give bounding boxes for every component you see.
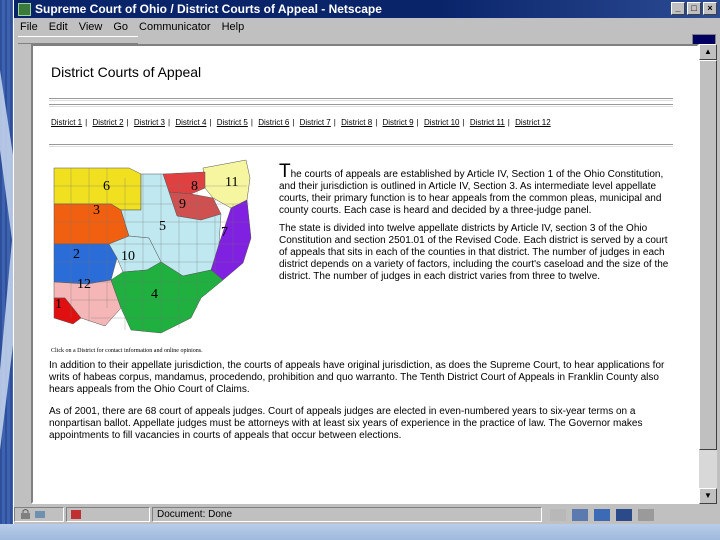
district-link-7[interactable]: District 7: [300, 118, 331, 127]
discussions-icon[interactable]: [616, 508, 632, 521]
district-link-6[interactable]: District 6: [258, 118, 289, 127]
scroll-thumb[interactable]: [699, 60, 717, 450]
navigator-icon[interactable]: [572, 508, 588, 521]
district-link-10[interactable]: District 10: [424, 118, 460, 127]
close-button[interactable]: ×: [703, 2, 717, 15]
collapsed-toolbars[interactable]: [18, 36, 138, 44]
composer-icon[interactable]: [638, 508, 654, 521]
security-lock-icon[interactable]: [14, 507, 64, 522]
progress-bar: [66, 507, 150, 522]
window-title: Supreme Court of Ohio / District Courts …: [35, 2, 382, 16]
menu-view[interactable]: View: [79, 21, 103, 33]
map-label-8: 8: [191, 179, 198, 194]
paragraph-2: The state is divided into twelve appella…: [279, 223, 669, 282]
map-label-3: 3: [93, 203, 100, 218]
mail-icon[interactable]: [594, 508, 610, 521]
paragraph-1-text: he courts of appeals are established by …: [279, 169, 664, 216]
body-text: In addition to their appellate jurisdict…: [49, 360, 677, 452]
district-8-region[interactable]: [162, 171, 206, 195]
component-bar: [544, 508, 654, 521]
status-bar: Document: Done: [14, 505, 720, 524]
title-bar[interactable]: Supreme Court of Ohio / District Courts …: [14, 0, 720, 18]
menu-bar: File Edit View Go Communicator Help: [14, 18, 720, 35]
district-links: District 1 | District 2 | District 3 | Dist…: [51, 118, 551, 127]
slide-bottom-band: [0, 524, 720, 540]
scroll-down-arrow-icon[interactable]: ▼: [699, 488, 717, 504]
minimize-button[interactable]: _: [671, 2, 685, 15]
map-label-6: 6: [103, 179, 110, 194]
map-label-5: 5: [159, 219, 166, 234]
district-link-8[interactable]: District 8: [341, 118, 372, 127]
paragraph-3: In addition to their appellate jurisdict…: [49, 360, 665, 395]
map-caption: Click on a District for contact informat…: [51, 348, 203, 354]
vertical-scrollbar[interactable]: ▲ ▼: [699, 44, 717, 504]
map-label-1: 1: [55, 297, 62, 312]
divider: [49, 104, 673, 107]
menu-file[interactable]: File: [20, 21, 38, 33]
district-link-11[interactable]: District 11: [470, 118, 505, 127]
map-label-4: 4: [151, 287, 158, 302]
district-link-9[interactable]: District 9: [383, 118, 414, 127]
netscape-icon: [18, 2, 31, 16]
menu-communicator[interactable]: Communicator: [139, 21, 211, 33]
district-link-12[interactable]: District 12: [515, 118, 551, 127]
map-label-10: 10: [121, 249, 135, 264]
district-3-region[interactable]: [53, 203, 130, 245]
map-label-2: 2: [73, 247, 80, 262]
page-content: District Courts of Appeal District 1 | Di…: [31, 44, 699, 504]
lock-icon: [21, 509, 45, 519]
menu-go[interactable]: Go: [113, 21, 128, 33]
browser-window: Supreme Court of Ohio / District Courts …: [13, 0, 720, 524]
drop-cap: T: [279, 161, 291, 182]
map-label-11: 11: [225, 175, 238, 190]
maximize-button[interactable]: □: [687, 2, 701, 15]
divider: [49, 144, 673, 147]
map-label-7: 7: [221, 225, 228, 240]
menu-help[interactable]: Help: [222, 21, 245, 33]
status-text: Document: Done: [152, 507, 542, 522]
district-link-3[interactable]: District 3: [134, 118, 165, 127]
district-link-4[interactable]: District 4: [175, 118, 206, 127]
paragraph-1: The courts of appeals are established by…: [279, 162, 674, 217]
ohio-district-map[interactable]: 6 8 11 9 3 5 7 2 10 12 4 1: [51, 158, 271, 348]
divider: [49, 98, 673, 101]
map-label-12: 12: [77, 277, 91, 292]
menu-edit[interactable]: Edit: [49, 21, 68, 33]
window-controls: _ □ ×: [671, 2, 717, 15]
scroll-up-arrow-icon[interactable]: ▲: [699, 44, 717, 60]
district-link-5[interactable]: District 5: [217, 118, 248, 127]
district-link-1[interactable]: District 1: [51, 118, 82, 127]
intro-text: The courts of appeals are established by…: [279, 162, 674, 289]
district-link-2[interactable]: District 2: [92, 118, 123, 127]
page-title: District Courts of Appeal: [51, 64, 202, 80]
map-label-9: 9: [179, 197, 186, 212]
security-icon[interactable]: [550, 508, 566, 521]
progress-indicator: [71, 510, 81, 519]
district-4-region[interactable]: [110, 261, 224, 334]
paragraph-4: As of 2001, there are 68 court of appeal…: [49, 406, 643, 441]
